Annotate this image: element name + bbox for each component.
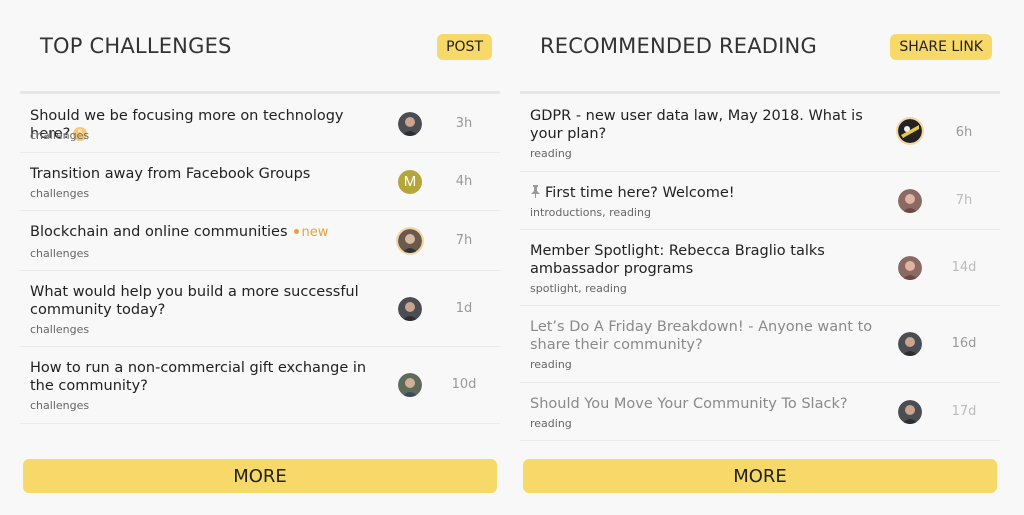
topic-row[interactable]: First time here? Welcome! introductions,…	[520, 172, 1000, 230]
more-button[interactable]: MORE	[523, 459, 997, 493]
top-challenges-panel: TOP CHALLENGES POST Should we be focusin…	[20, 0, 500, 515]
panel-title: TOP CHALLENGES	[40, 34, 232, 58]
topic-title[interactable]: GDPR - new user data law, May 2018. What…	[530, 107, 880, 143]
topic-title[interactable]: What would help you build a more success…	[30, 283, 380, 319]
topic-title[interactable]: How to run a non-commercial gift exchang…	[30, 359, 380, 395]
topic-title[interactable]: Member Spotlight: Rebecca Braglio talks …	[530, 242, 880, 278]
topic-list: GDPR - new user data law, May 2018. What…	[520, 95, 1000, 441]
topic-title[interactable]: Blockchain and online communities new	[30, 223, 380, 242]
topic-age[interactable]: 1d	[444, 301, 484, 316]
recommended-reading-panel: RECOMMENDED READING SHARE LINK GDPR - ne…	[520, 0, 1000, 515]
topic-title[interactable]: Let’s Do A Friday Breakdown! - Anyone wa…	[530, 318, 880, 354]
topic-age[interactable]: 6h	[944, 125, 984, 140]
topic-category[interactable]: challenges	[30, 399, 89, 412]
topic-row[interactable]: Member Spotlight: Rebecca Braglio talks …	[520, 230, 1000, 306]
topic-age[interactable]: 10d	[444, 377, 484, 392]
panel-title: RECOMMENDED READING	[540, 34, 817, 58]
topic-list: Should we be focusing more on technology…	[20, 95, 500, 424]
avatar[interactable]	[898, 400, 922, 424]
topic-title[interactable]: First time here? Welcome!	[530, 184, 880, 202]
topic-age[interactable]: 7h	[944, 193, 984, 208]
topic-category[interactable]: introductions, reading	[530, 206, 651, 219]
avatar[interactable]: M	[398, 170, 422, 194]
avatar[interactable]	[398, 229, 422, 253]
pin-icon	[530, 185, 545, 201]
topic-row[interactable]: GDPR - new user data law, May 2018. What…	[520, 95, 1000, 172]
topic-row[interactable]: Blockchain and online communities new cha…	[20, 211, 500, 271]
post-button[interactable]: POST	[437, 34, 492, 60]
new-label: new	[301, 225, 329, 240]
avatar[interactable]	[398, 297, 422, 321]
topic-row[interactable]: Let’s Do A Friday Breakdown! - Anyone wa…	[520, 306, 1000, 383]
panel-header: TOP CHALLENGES POST	[20, 0, 500, 94]
topic-age[interactable]: 14d	[944, 260, 984, 275]
topic-row[interactable]: Should You Move Your Community To Slack?…	[520, 383, 1000, 441]
new-dot-icon	[293, 229, 299, 234]
topic-age[interactable]: 3h	[444, 116, 484, 131]
topic-category[interactable]: spotlight, reading	[530, 282, 627, 295]
topic-title[interactable]: Should You Move Your Community To Slack?	[530, 395, 880, 413]
topic-title[interactable]: Transition away from Facebook Groups	[30, 165, 380, 183]
topic-category[interactable]: challenges	[30, 323, 89, 336]
topic-category[interactable]: challenges	[30, 187, 89, 200]
panel-header: RECOMMENDED READING SHARE LINK	[520, 0, 1000, 94]
topic-title-text[interactable]: First time here? Welcome!	[545, 185, 735, 201]
avatar[interactable]	[898, 332, 922, 356]
topic-category[interactable]: reading	[530, 147, 572, 160]
topic-age[interactable]: 17d	[944, 404, 984, 419]
avatar[interactable]	[898, 256, 922, 280]
topic-category[interactable]: challenges	[30, 129, 89, 142]
topic-age[interactable]: 16d	[944, 336, 984, 351]
share-link-button[interactable]: SHARE LINK	[890, 34, 992, 60]
topic-age[interactable]: 7h	[444, 233, 484, 248]
topic-title-text[interactable]: Blockchain and online communities	[30, 224, 288, 240]
topic-row[interactable]: How to run a non-commercial gift exchang…	[20, 347, 500, 424]
topic-row[interactable]: Transition away from Facebook Groups cha…	[20, 153, 500, 211]
more-button[interactable]: MORE	[23, 459, 497, 493]
topic-category[interactable]: reading	[530, 417, 572, 430]
avatar[interactable]	[398, 373, 422, 397]
avatar[interactable]	[398, 112, 422, 136]
topic-age[interactable]: 4h	[444, 174, 484, 189]
topic-row[interactable]: Should we be focusing more on technology…	[20, 95, 500, 153]
new-indicator: new	[293, 225, 329, 240]
topic-row[interactable]: What would help you build a more success…	[20, 271, 500, 347]
topic-category[interactable]: challenges	[30, 247, 89, 260]
avatar[interactable]	[898, 189, 922, 213]
avatar[interactable]	[898, 119, 922, 143]
topic-category[interactable]: reading	[530, 358, 572, 371]
